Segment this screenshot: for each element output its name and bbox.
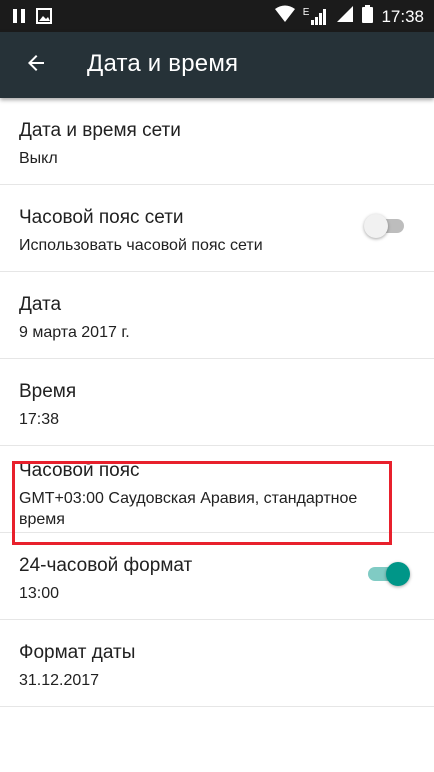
setting-title: Время [19,381,77,402]
setting-summary: 17:38 [19,411,60,428]
back-button[interactable] [12,41,60,89]
setting-title: Дата [19,294,62,315]
status-time: 17:38 [381,6,424,26]
network-timezone-toggle[interactable] [364,214,404,238]
setting-date[interactable]: Дата 9 марта 2017 г. [0,272,434,359]
status-left-icons [12,8,52,29]
setting-24h-format[interactable]: 24-часовой формат 13:00 [0,533,434,620]
setting-summary: Использовать часовой пояс сети [19,237,263,254]
battery-icon [362,5,374,28]
setting-title: Часовой пояс сети [19,207,184,228]
setting-title: Формат даты [19,642,136,663]
setting-summary: Выкл [19,150,58,167]
setting-timezone[interactable]: Часовой пояс GMT+03:00 Саудовская Аравия… [0,446,434,533]
format-24h-toggle[interactable] [368,562,410,586]
setting-network-datetime[interactable]: Дата и время сети Выкл [0,98,434,185]
toggle-thumb [386,562,410,586]
setting-date-format[interactable]: Формат даты 31.12.2017 [0,620,434,707]
status-right-icons: E 17:38 [274,5,424,28]
setting-title: 24-часовой формат [19,555,193,576]
signal-icon [336,5,354,28]
app-bar: Дата и время [0,32,434,98]
toggle-thumb [364,214,388,238]
pause-icon [12,8,26,29]
status-bar: E 17:38 [0,0,434,32]
setting-title: Часовой пояс [19,460,140,481]
signal-e-icon: E [302,6,329,26]
setting-title: Дата и время сети [19,120,181,141]
setting-summary: 9 марта 2017 г. [19,324,130,341]
image-icon [36,8,52,29]
setting-summary: 13:00 [19,585,60,602]
page-title: Дата и время [87,50,239,77]
network-type-label: E [302,6,310,18]
settings-list: Дата и время сети Выкл Часовой пояс сети… [0,98,434,707]
setting-time[interactable]: Время 17:38 [0,359,434,446]
setting-summary: GMT+03:00 Саудовская Аравия, стандартное… [19,490,358,528]
setting-summary: 31.12.2017 [19,672,100,689]
setting-network-timezone[interactable]: Часовой пояс сети Использовать часовой п… [0,185,434,272]
arrow-back-icon [24,51,48,80]
wifi-icon [274,5,295,28]
